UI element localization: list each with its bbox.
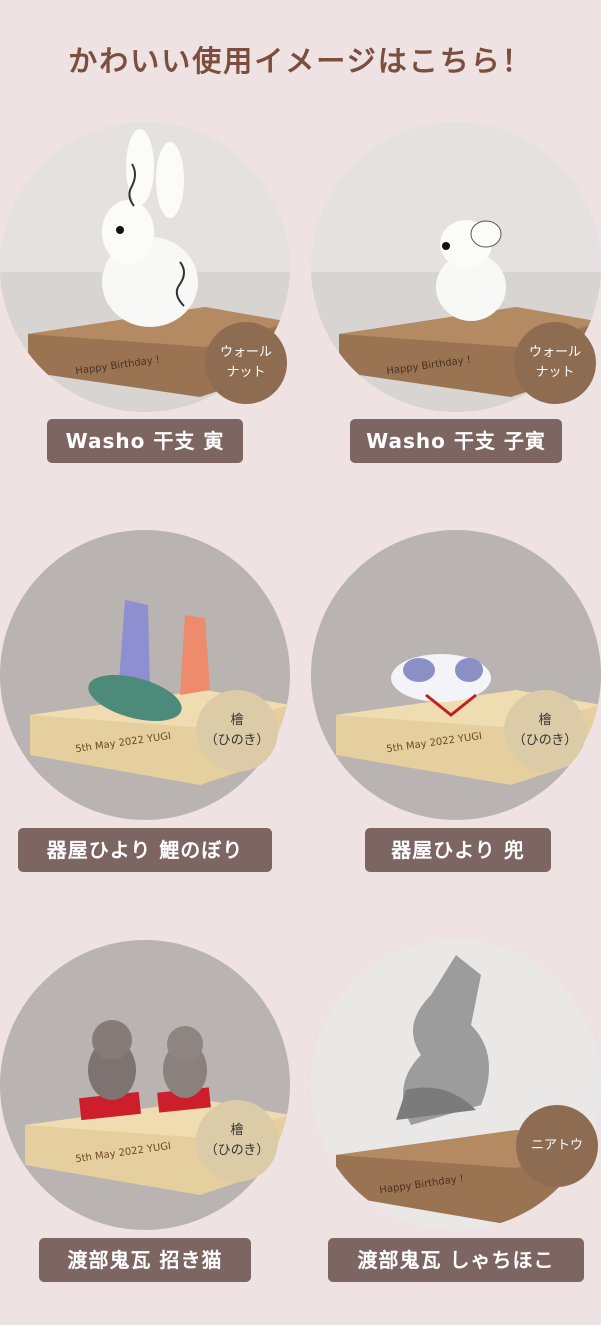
product-card[interactable]: 5th May 2022 YUGI 檜 （ひのき） 渡部鬼瓦 招き猫 [0,940,300,1285]
product-card[interactable]: Happy Birthday ! ウォール ナット Washo 干支 子寅 [311,122,601,467]
product-photo: 5th May 2022 YUGI [0,530,290,820]
product-caption[interactable]: Washo 干支 寅 [47,419,243,463]
wood-type-badge: 檜 （ひのき） [196,1100,278,1182]
product-caption[interactable]: 渡部鬼瓦 招き猫 [39,1238,251,1282]
product-card[interactable]: Happy Birthday ! ニアトウ 渡部鬼瓦 しゃちほこ [311,940,601,1285]
product-photo: 5th May 2022 YUGI [0,940,290,1230]
product-caption[interactable]: 渡部鬼瓦 しゃちほこ [328,1238,584,1282]
product-card[interactable]: Happy Birthday ! ウォール ナット Washo 干支 寅 [0,122,300,467]
product-caption[interactable]: 器屋ひより 兜 [365,828,551,872]
wood-type-badge: 檜 （ひのき） [196,690,278,772]
section-heading: かわいい使用イメージはこちら！ [68,44,533,78]
product-caption[interactable]: Washo 干支 子寅 [350,419,562,463]
wood-type-badge: ウォール ナット [514,322,596,404]
product-photo: 5th May 2022 YUGI [311,530,601,820]
product-card[interactable]: 5th May 2022 YUGI 檜 （ひのき） 器屋ひより 鯉のぼり [0,530,300,875]
product-caption[interactable]: 器屋ひより 鯉のぼり [18,828,272,872]
product-card[interactable]: 5th May 2022 YUGI 檜 （ひのき） 器屋ひより 兜 [311,530,601,875]
wood-type-badge: ニアトウ [516,1105,598,1187]
wood-type-badge: ウォール ナット [205,322,287,404]
wood-type-badge: 檜 （ひのき） [504,690,586,772]
